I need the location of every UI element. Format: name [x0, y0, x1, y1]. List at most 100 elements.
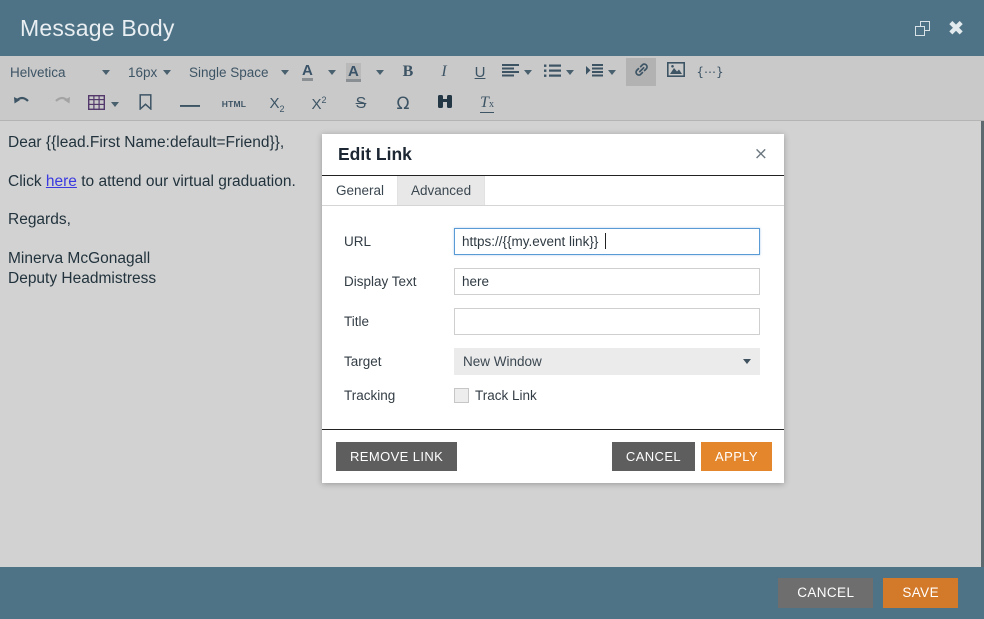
html-source-button[interactable]: HTML — [219, 91, 249, 117]
field-row-url: URL — [344, 228, 760, 255]
restore-window-icon[interactable] — [911, 17, 933, 39]
omega-special-character-icon: Ω — [396, 94, 410, 114]
bookmark-button[interactable] — [131, 91, 159, 117]
close-icon[interactable]: ✖ — [945, 17, 967, 39]
find-replace-binoculars-icon — [437, 94, 453, 114]
edit-link-dialog: Edit Link × General Advanced URL Display… — [322, 134, 784, 483]
insert-image-button[interactable] — [662, 59, 690, 85]
track-link-checkbox-group: Track Link — [454, 388, 537, 403]
bullet-list-icon — [544, 64, 561, 81]
save-button[interactable]: SAVE — [883, 578, 958, 608]
insert-token-button[interactable]: {⋯} — [696, 59, 724, 85]
redo-button[interactable] — [48, 91, 76, 117]
field-row-target: Target New Window — [344, 348, 760, 375]
url-input[interactable] — [454, 228, 760, 255]
horizontal-rule-button[interactable] — [175, 91, 205, 117]
dialog-header: Edit Link × — [322, 134, 784, 176]
message-body-editor-window: Message Body ✖ Helvetica 16px Single Spa… — [0, 0, 984, 619]
chevron-down-icon — [524, 69, 532, 75]
italic-button[interactable]: I — [430, 59, 458, 85]
chevron-down-icon — [608, 69, 616, 75]
font-size-dropdown[interactable]: 16px — [118, 59, 178, 85]
text-color-button[interactable]: A — [296, 59, 340, 85]
special-character-button[interactable]: Ω — [389, 91, 417, 117]
dialog-body: URL Display Text Title Target New Window — [322, 206, 784, 429]
redo-icon — [53, 94, 71, 114]
window-titlebar: Message Body ✖ — [0, 0, 984, 56]
field-row-tracking: Tracking Track Link — [344, 388, 760, 403]
invite-suffix: to attend our virtual graduation. — [76, 172, 296, 190]
indent-dropdown[interactable] — [586, 59, 616, 85]
find-replace-button[interactable] — [431, 91, 459, 117]
html-label: HTML — [221, 99, 247, 109]
undo-button[interactable] — [8, 91, 36, 117]
title-input[interactable] — [454, 308, 760, 335]
strikethrough-icon: S — [355, 95, 367, 112]
window-controls: ✖ — [911, 17, 984, 39]
clear-formatting-icon: Tx — [480, 94, 494, 113]
insert-link-icon — [633, 61, 650, 83]
editor-toolbar-row-2: HTML X2 X2 S Ω Tx — [0, 88, 984, 121]
underline-button[interactable]: U — [466, 59, 494, 85]
align-dropdown[interactable] — [502, 59, 532, 85]
target-selected-value: New Window — [463, 354, 542, 369]
track-link-checkbox[interactable] — [454, 388, 469, 403]
dialog-footer-actions: CANCEL APPLY — [611, 442, 772, 471]
dialog-apply-button[interactable]: APPLY — [701, 442, 772, 471]
track-link-label: Track Link — [475, 388, 537, 403]
text-color-a-icon: A — [302, 62, 313, 81]
horizontal-rule-icon — [180, 95, 200, 113]
chevron-down-icon — [281, 69, 289, 75]
insert-token-icon: {⋯} — [696, 65, 724, 79]
display-text-label: Display Text — [344, 274, 417, 289]
align-left-icon — [502, 63, 519, 81]
italic-label: I — [441, 63, 447, 80]
field-row-title: Title — [344, 308, 760, 335]
chevron-down-icon — [376, 69, 384, 75]
dialog-tabs: General Advanced — [322, 176, 784, 206]
tab-general[interactable]: General — [323, 176, 399, 205]
url-input-wrapper — [454, 228, 760, 255]
strikethrough-button[interactable]: S — [347, 91, 375, 117]
superscript-icon: X2 — [311, 95, 327, 113]
underline-label: U — [474, 63, 486, 81]
font-family-dropdown[interactable]: Helvetica — [0, 59, 118, 85]
bold-button[interactable]: B — [394, 59, 422, 85]
window-footer-bar: CANCEL SAVE — [0, 567, 984, 619]
chevron-down-icon — [102, 69, 110, 75]
line-spacing-dropdown[interactable]: Single Space — [178, 59, 296, 85]
here-link[interactable]: here — [46, 173, 77, 190]
dialog-footer: REMOVE LINK CANCEL APPLY — [322, 429, 784, 483]
remove-link-button[interactable]: REMOVE LINK — [336, 442, 458, 471]
dialog-close-icon[interactable]: × — [754, 146, 768, 163]
table-icon — [87, 94, 106, 113]
insert-link-button[interactable] — [626, 58, 656, 86]
superscript-button[interactable]: X2 — [305, 91, 333, 117]
page-title: Message Body — [20, 14, 175, 41]
highlight-color-a-icon: A — [346, 62, 361, 82]
target-label: Target — [344, 354, 382, 369]
bookmark-icon — [138, 93, 152, 115]
dialog-title: Edit Link — [338, 144, 412, 164]
font-family-value: Helvetica — [10, 64, 66, 80]
title-label: Title — [344, 314, 370, 329]
highlight-color-button[interactable]: A — [340, 59, 388, 85]
subscript-button[interactable]: X2 — [263, 91, 291, 117]
dialog-cancel-button[interactable]: CANCEL — [611, 442, 696, 471]
undo-icon — [13, 94, 31, 114]
table-dropdown[interactable] — [87, 91, 119, 117]
close-glyph: ✖ — [947, 16, 965, 40]
bold-label: B — [402, 63, 414, 80]
clear-formatting-button[interactable]: Tx — [473, 91, 501, 117]
bullet-list-dropdown[interactable] — [544, 59, 574, 85]
tab-advanced[interactable]: Advanced — [398, 176, 486, 205]
cancel-button[interactable]: CANCEL — [778, 578, 874, 608]
url-label: URL — [344, 234, 372, 249]
subscript-icon: X2 — [269, 94, 285, 114]
target-select[interactable]: New Window — [454, 348, 760, 375]
display-text-input[interactable] — [454, 268, 760, 295]
editor-toolbar-row-1: Helvetica 16px Single Space A A B I U {⋯… — [0, 56, 984, 88]
chevron-down-icon — [743, 359, 751, 364]
insert-image-icon — [667, 62, 685, 82]
text-cursor — [605, 233, 606, 249]
